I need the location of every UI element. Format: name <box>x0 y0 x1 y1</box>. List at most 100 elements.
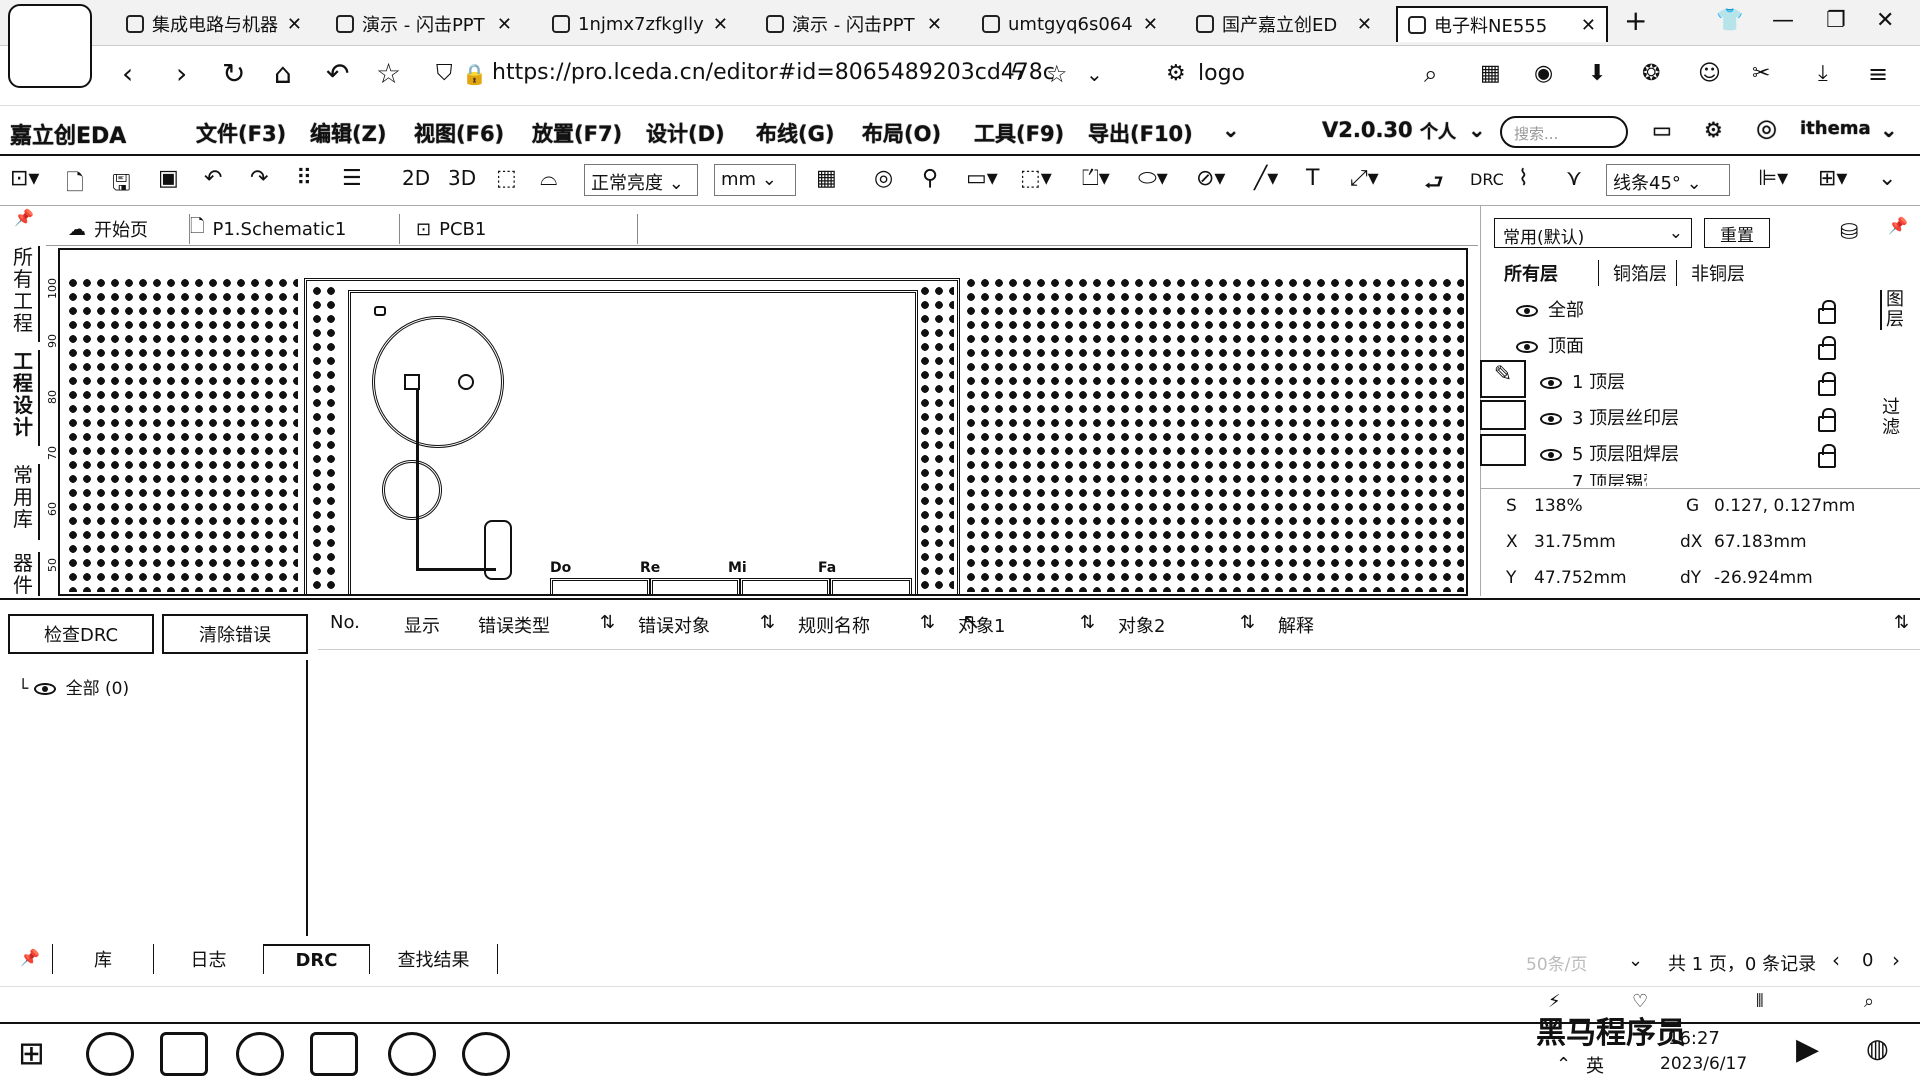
notification-icon[interactable]: ◍ <box>1866 1034 1889 1064</box>
polygon-icon[interactable]: ⏍▾ <box>1082 166 1110 191</box>
list-icon[interactable]: ☰ <box>342 166 362 191</box>
undo-close-icon[interactable]: ↶ <box>326 58 349 90</box>
reset-button[interactable]: 重置 <box>1704 218 1770 248</box>
route-icon[interactable]: ⌇ <box>1518 166 1529 191</box>
lock-icon[interactable] <box>1818 408 1836 432</box>
view-2d-button[interactable]: 2D <box>402 166 430 190</box>
lock-icon[interactable] <box>1818 336 1836 360</box>
clear-errors-button[interactable]: 清除错误 <box>162 614 308 654</box>
layer-settings-icon[interactable]: ⛁ <box>1840 220 1858 245</box>
tab-schematic[interactable]: 🗋 P1.Schematic1 <box>180 214 400 244</box>
menu-icon[interactable]: ≡ <box>1868 58 1888 90</box>
filter-copper-layers[interactable]: 铜箔层 <box>1598 260 1667 286</box>
bottom-tab-drc[interactable]: DRC <box>264 944 370 974</box>
browser-tab[interactable]: 演示 - 闪击PPT ✕ <box>756 6 952 42</box>
col-error-object[interactable]: 错误对象 <box>638 612 710 638</box>
menu-layout[interactable]: 布局(O) <box>862 118 941 148</box>
select-icon[interactable]: ⊡▾ <box>10 166 39 191</box>
lock-icon[interactable] <box>1818 300 1836 324</box>
extension-icon[interactable]: ◉ <box>1534 58 1553 90</box>
bookmark-logo[interactable]: logo <box>1198 58 1245 90</box>
home-icon[interactable]: ⌂ <box>274 58 292 90</box>
chevron-down-icon[interactable]: ⌄ <box>1086 58 1103 90</box>
brightness-select[interactable]: 正常亮度 ⌄ <box>584 164 698 196</box>
layer-row-top[interactable]: 1 顶层 <box>1540 368 1625 394</box>
input-language[interactable]: 英 <box>1586 1052 1604 1078</box>
left-tab-project-design[interactable]: 工程设计 <box>8 350 40 446</box>
col-no[interactable]: No. <box>330 612 360 633</box>
chevron-up-icon[interactable]: ⌃ <box>1556 1054 1571 1075</box>
tab-start-page[interactable]: ☁ 开始页 <box>58 214 190 244</box>
import-icon[interactable]: ⮐ <box>1424 166 1444 204</box>
active-layer-pencil-icon[interactable]: ✎ <box>1480 360 1526 398</box>
drc-button[interactable]: DRC <box>1470 170 1504 189</box>
app-icon-cortana[interactable] <box>86 1032 134 1076</box>
save-icon[interactable]: ⤓ <box>1818 58 1828 90</box>
layer-row-all[interactable]: 全部 <box>1516 296 1584 322</box>
undo-icon[interactable]: ↶ <box>204 166 222 191</box>
rectangle-icon[interactable]: ▭▾ <box>966 166 998 191</box>
menu-view[interactable]: 视图(F6) <box>414 118 504 148</box>
close-icon[interactable]: ✕ <box>1573 15 1596 36</box>
close-icon[interactable]: ✕ <box>919 14 942 35</box>
next-page-icon[interactable]: › <box>1892 948 1900 972</box>
align-icon[interactable]: ⊫▾ <box>1758 166 1788 191</box>
start-windows-icon[interactable]: ⊞ <box>18 1034 45 1072</box>
cat-icon[interactable]: ☺ <box>1698 58 1721 90</box>
new-tab-button[interactable]: + <box>1624 4 1647 37</box>
browser-tab[interactable]: 1njmx7zfkglly ✕ <box>542 6 738 42</box>
layer-color-swatch[interactable] <box>1480 400 1526 430</box>
more-icon[interactable]: ⌄ <box>1222 118 1240 142</box>
close-icon[interactable]: ✕ <box>279 14 302 35</box>
browser-tab-active[interactable]: 电子料NE555 ✕ <box>1396 6 1608 42</box>
url-field[interactable]: https://pro.lceda.cn/editor#id=806548920… <box>492 60 1055 85</box>
grid-toggle-icon[interactable]: ▦ <box>816 166 837 191</box>
right-side-tab-layers[interactable]: 图层 <box>1880 290 1904 330</box>
left-tab-all-projects[interactable]: 所有工程 <box>8 246 40 342</box>
close-icon[interactable]: ✕ <box>705 14 728 35</box>
left-tab-common-library[interactable]: 常用库 <box>8 464 40 540</box>
pin-icon[interactable]: 📌 <box>20 948 40 967</box>
search-icon[interactable]: ⌕ <box>1864 991 1874 1012</box>
save-all-icon[interactable]: ▣ <box>158 166 179 191</box>
media-icon[interactable]: ▶ <box>1796 1032 1819 1067</box>
menu-design[interactable]: 设计(D) <box>646 118 725 148</box>
distribute-icon[interactable]: ⊞▾ <box>1818 166 1847 191</box>
pin-icon[interactable]: ⚲ <box>922 166 938 191</box>
zoom-fit-icon[interactable]: ⬚ <box>496 166 517 191</box>
pcb-canvas[interactable]: Do Re Mi Fa <box>58 248 1468 596</box>
layer-preset-select[interactable]: 常用(默认) ⌄ <box>1494 218 1692 248</box>
no-icon[interactable]: ⊘▾ <box>1196 166 1225 191</box>
app-icon-search[interactable] <box>462 1032 510 1076</box>
view-3d-button[interactable]: 3D <box>448 166 476 190</box>
favorite-icon[interactable]: ☆ <box>1046 58 1068 90</box>
sort-icon[interactable]: ⇅ <box>600 612 615 633</box>
new-file-icon[interactable]: 🗋 <box>66 166 84 204</box>
menu-place[interactable]: 放置(F7) <box>532 118 622 148</box>
route-angle-select[interactable]: 线条45° ⌄ <box>1606 164 1730 196</box>
page-size-select[interactable]: 50条/页 <box>1526 950 1587 975</box>
lock-icon[interactable] <box>1818 372 1836 396</box>
layer-row-top-solder-mask[interactable]: 5 顶层阻焊层 <box>1540 440 1679 466</box>
sort-icon[interactable]: ⇅ <box>920 612 935 633</box>
browser-tab[interactable]: umtgyq6s064 ✕ <box>972 6 1168 42</box>
close-icon[interactable]: ✕ <box>1349 14 1372 35</box>
lock-icon[interactable] <box>1818 444 1836 468</box>
account-label[interactable]: 个人 <box>1420 118 1456 144</box>
unit-select[interactable]: mm ⌄ <box>714 164 796 196</box>
region-icon[interactable]: ⬚▾ <box>1020 166 1052 191</box>
lightning-icon[interactable]: ϟ <box>1010 58 1025 90</box>
eye-icon[interactable] <box>33 683 56 695</box>
app-icon-openai[interactable] <box>388 1032 436 1076</box>
pin-icon[interactable]: 📌 <box>14 208 34 227</box>
menu-export[interactable]: 导出(F10) <box>1088 118 1193 148</box>
minimize-icon[interactable]: — <box>1772 8 1794 33</box>
chevron-down-icon[interactable]: ⌄ <box>1880 118 1898 142</box>
ellipse-icon[interactable]: ⬭▾ <box>1138 166 1168 191</box>
message-icon[interactable]: ▭ <box>1652 118 1672 142</box>
app-icon-browser[interactable] <box>236 1032 284 1076</box>
app-icon-photos[interactable] <box>310 1032 358 1076</box>
menu-edit[interactable]: 编辑(Z) <box>310 118 386 148</box>
download-icon[interactable]: ⬇ <box>1588 58 1606 90</box>
col-show[interactable]: 显示 <box>404 612 440 638</box>
